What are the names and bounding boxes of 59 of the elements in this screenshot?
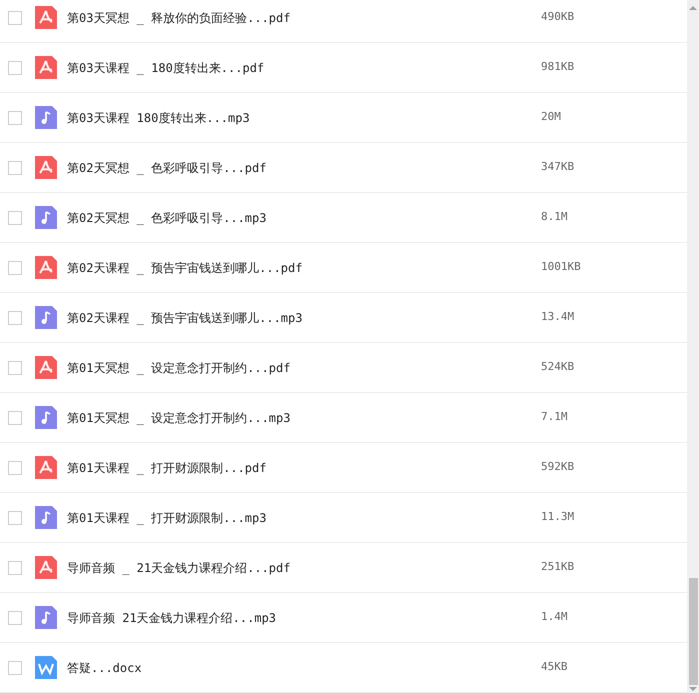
music-file-icon [35,106,57,129]
checkbox[interactable] [8,460,22,474]
file-name[interactable]: 导师音频 _ 21天金钱力课程介绍...pdf [67,558,541,576]
file-name[interactable]: 第01天冥想 _ 设定意念打开制约...pdf [67,358,541,376]
file-size: 8.1M [541,209,568,226]
pdf-file-icon [35,256,57,279]
file-size: 592KB [541,459,574,476]
file-size: 1.4M [541,609,568,626]
file-name[interactable]: 第03天课程 _ 180度转出来...pdf [67,58,541,76]
file-size: 981KB [541,59,574,76]
scrollbar[interactable] [687,0,699,693]
music-file-icon [35,306,57,329]
file-size: 251KB [541,559,574,576]
checkbox[interactable] [8,360,22,374]
scroll-up-icon[interactable] [689,5,697,11]
checkbox[interactable] [8,110,22,124]
checkbox[interactable] [8,160,22,174]
pdf-file-icon [35,156,57,179]
pdf-file-icon [35,456,57,479]
checkbox[interactable] [8,610,22,624]
pdf-file-icon [35,356,57,379]
pdf-file-icon [35,6,57,29]
file-name[interactable]: 答疑...docx [67,658,541,676]
checkbox[interactable] [8,510,22,524]
word-file-icon [35,656,57,679]
file-size: 347KB [541,159,574,176]
file-size: 7.1M [541,409,568,426]
file-name[interactable]: 第02天冥想 _ 色彩呼吸引导...pdf [67,158,541,176]
checkbox[interactable] [8,660,22,674]
scroll-thumb[interactable] [688,578,698,685]
music-file-icon [35,606,57,629]
checkbox[interactable] [8,560,22,574]
file-size: 1001KB [541,259,581,276]
file-size: 11.3M [541,509,574,526]
file-size: 490KB [541,9,574,26]
file-name[interactable]: 第02天课程 _ 预告宇宙钱送到哪儿...pdf [67,258,541,276]
file-size: 524KB [541,359,574,376]
pdf-file-icon [35,56,57,79]
music-file-icon [35,206,57,229]
file-name[interactable]: 第03天冥想 _ 释放你的负面经验...pdf [67,8,541,26]
checkbox[interactable] [8,410,22,424]
file-size: 13.4M [541,309,574,326]
file-size: 45KB [541,659,568,676]
file-name[interactable]: 第01天课程 _ 打开财源限制...mp3 [67,508,541,526]
file-name[interactable]: 第01天冥想 _ 设定意念打开制约...mp3 [67,408,541,426]
pdf-file-icon [35,556,57,579]
music-file-icon [35,506,57,529]
file-name[interactable]: 第02天冥想 _ 色彩呼吸引导...mp3 [67,208,541,226]
music-file-icon [35,406,57,429]
checkbox[interactable] [8,310,22,324]
file-size: 20M [541,109,561,126]
file-name[interactable]: 导师音频 21天金钱力课程介绍...mp3 [67,608,541,626]
file-name[interactable]: 第01天课程 _ 打开财源限制...pdf [67,458,541,476]
file-name[interactable]: 第03天课程 180度转出来...mp3 [67,108,541,126]
checkbox[interactable] [8,260,22,274]
checkbox[interactable] [8,60,22,74]
file-name[interactable]: 第02天课程 _ 预告宇宙钱送到哪儿...mp3 [67,308,541,326]
checkbox[interactable] [8,10,22,24]
checkbox[interactable] [8,210,22,224]
